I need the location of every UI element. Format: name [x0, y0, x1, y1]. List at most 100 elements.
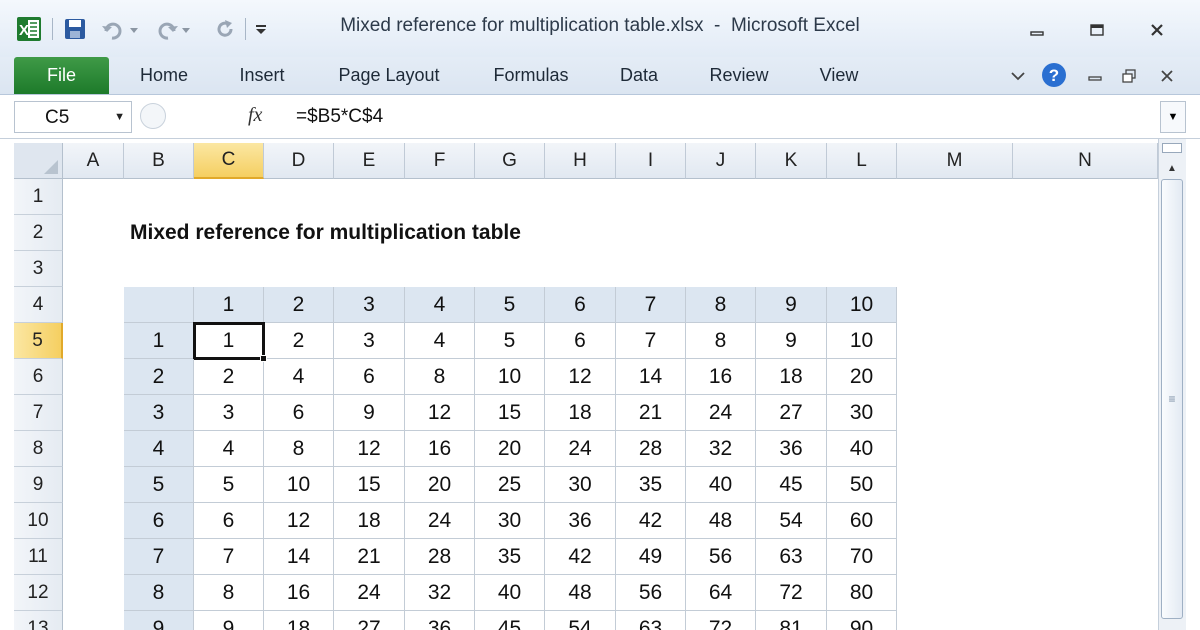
column-header-i[interactable]: I — [616, 143, 686, 179]
column-header-j[interactable]: J — [686, 143, 756, 179]
table-cell[interactable]: 14 — [616, 359, 686, 395]
table-cell[interactable]: 9 — [194, 611, 264, 630]
workbook-close-button[interactable] — [1156, 64, 1178, 88]
table-cell[interactable]: 12 — [264, 503, 334, 539]
table-cell[interactable]: 35 — [475, 539, 545, 575]
table-cell[interactable]: 36 — [405, 611, 475, 630]
formula-input[interactable]: =$B5*C$4 — [288, 101, 1158, 133]
name-box[interactable]: C5 ▼ — [14, 101, 132, 133]
vertical-scrollbar[interactable]: ▲ ≡ — [1158, 139, 1186, 630]
table-row-header[interactable]: 8 — [124, 575, 194, 611]
table-cell[interactable]: 72 — [756, 575, 827, 611]
table-cell[interactable]: 8 — [264, 431, 334, 467]
table-cell[interactable]: 6 — [334, 359, 405, 395]
column-header-n[interactable]: N — [1013, 143, 1158, 179]
table-cell[interactable]: 21 — [334, 539, 405, 575]
scroll-up-icon[interactable]: ▲ — [1162, 159, 1182, 177]
table-cell[interactable]: 24 — [686, 395, 756, 431]
table-cell[interactable]: 40 — [475, 575, 545, 611]
table-cell[interactable]: 36 — [545, 503, 616, 539]
table-cell[interactable]: 15 — [334, 467, 405, 503]
table-column-header[interactable]: 5 — [475, 287, 545, 323]
table-cell[interactable]: 6 — [264, 395, 334, 431]
table-cell[interactable]: 3 — [194, 395, 264, 431]
table-cell[interactable]: 70 — [827, 539, 897, 575]
row-header-6[interactable]: 6 — [14, 359, 63, 395]
column-header-c[interactable]: C — [194, 143, 264, 179]
table-cell[interactable]: 18 — [545, 395, 616, 431]
insert-function-icon[interactable]: fx — [248, 104, 262, 127]
table-cell[interactable]: 14 — [264, 539, 334, 575]
column-header-e[interactable]: E — [334, 143, 405, 179]
chevron-down-icon[interactable]: ▼ — [114, 111, 125, 123]
table-column-header[interactable]: 2 — [264, 287, 334, 323]
table-cell[interactable]: 7 — [194, 539, 264, 575]
table-cell[interactable]: 42 — [616, 503, 686, 539]
row-header-7[interactable]: 7 — [14, 395, 63, 431]
row-header-11[interactable]: 11 — [14, 539, 63, 575]
scroll-thumb[interactable]: ≡ — [1161, 179, 1183, 619]
table-cell[interactable]: 40 — [827, 431, 897, 467]
table-cell[interactable]: 9 — [756, 323, 827, 359]
table-cell[interactable]: 18 — [334, 503, 405, 539]
table-column-header[interactable]: 8 — [686, 287, 756, 323]
column-header-d[interactable]: D — [264, 143, 334, 179]
table-cell[interactable]: 27 — [756, 395, 827, 431]
table-cell[interactable]: 10 — [264, 467, 334, 503]
table-cell[interactable]: 48 — [545, 575, 616, 611]
restore-button[interactable] — [1080, 18, 1114, 42]
table-cell[interactable]: 21 — [616, 395, 686, 431]
table-cell[interactable]: 20 — [475, 431, 545, 467]
grip-handle-icon[interactable] — [140, 103, 166, 129]
table-cell[interactable]: 90 — [827, 611, 897, 630]
table-column-header[interactable]: 1 — [194, 287, 264, 323]
close-button[interactable] — [1140, 18, 1174, 42]
table-cell[interactable]: 9 — [334, 395, 405, 431]
expand-formula-bar-icon[interactable]: ▼ — [1160, 101, 1186, 133]
table-cell[interactable]: 28 — [405, 539, 475, 575]
row-header-12[interactable]: 12 — [14, 575, 63, 611]
table-cell[interactable]: 56 — [686, 539, 756, 575]
table-column-header[interactable]: 4 — [405, 287, 475, 323]
row-header-10[interactable]: 10 — [14, 503, 63, 539]
workbook-restore-button[interactable] — [1118, 64, 1140, 88]
table-cell[interactable]: 18 — [756, 359, 827, 395]
table-cell[interactable]: 20 — [827, 359, 897, 395]
table-column-header[interactable]: 6 — [545, 287, 616, 323]
row-header-5[interactable]: 5 — [14, 323, 63, 359]
table-cell[interactable]: 8 — [686, 323, 756, 359]
row-header-8[interactable]: 8 — [14, 431, 63, 467]
table-cell[interactable]: 63 — [756, 539, 827, 575]
table-cell[interactable]: 24 — [334, 575, 405, 611]
tab-review[interactable]: Review — [694, 57, 784, 94]
table-cell[interactable]: 72 — [686, 611, 756, 630]
table-cell[interactable]: 32 — [686, 431, 756, 467]
split-box[interactable] — [1162, 143, 1182, 153]
table-cell[interactable]: 45 — [475, 611, 545, 630]
table-row-header[interactable]: 5 — [124, 467, 194, 503]
sheet-title-cell[interactable]: Mixed reference for multiplication table — [130, 221, 521, 245]
column-header-k[interactable]: K — [756, 143, 827, 179]
tab-formulas[interactable]: Formulas — [476, 57, 586, 94]
table-cell[interactable]: 35 — [616, 467, 686, 503]
table-cell[interactable]: 8 — [194, 575, 264, 611]
table-cell[interactable]: 18 — [264, 611, 334, 630]
table-cell[interactable]: 24 — [545, 431, 616, 467]
table-row-header[interactable]: 7 — [124, 539, 194, 575]
table-cell[interactable]: 6 — [545, 323, 616, 359]
table-cell[interactable]: 56 — [616, 575, 686, 611]
table-cell[interactable]: 54 — [756, 503, 827, 539]
row-header-9[interactable]: 9 — [14, 467, 63, 503]
tab-view[interactable]: View — [804, 57, 874, 94]
table-cell[interactable]: 5 — [475, 323, 545, 359]
table-cell[interactable]: 8 — [405, 359, 475, 395]
table-cell[interactable]: 4 — [264, 359, 334, 395]
table-cell[interactable]: 28 — [616, 431, 686, 467]
column-header-m[interactable]: M — [897, 143, 1013, 179]
row-header-3[interactable]: 3 — [14, 251, 63, 287]
table-cell[interactable]: 30 — [827, 395, 897, 431]
table-row-header[interactable]: 4 — [124, 431, 194, 467]
table-cell[interactable]: 25 — [475, 467, 545, 503]
table-cell[interactable]: 12 — [334, 431, 405, 467]
minimize-button[interactable] — [1020, 18, 1054, 42]
